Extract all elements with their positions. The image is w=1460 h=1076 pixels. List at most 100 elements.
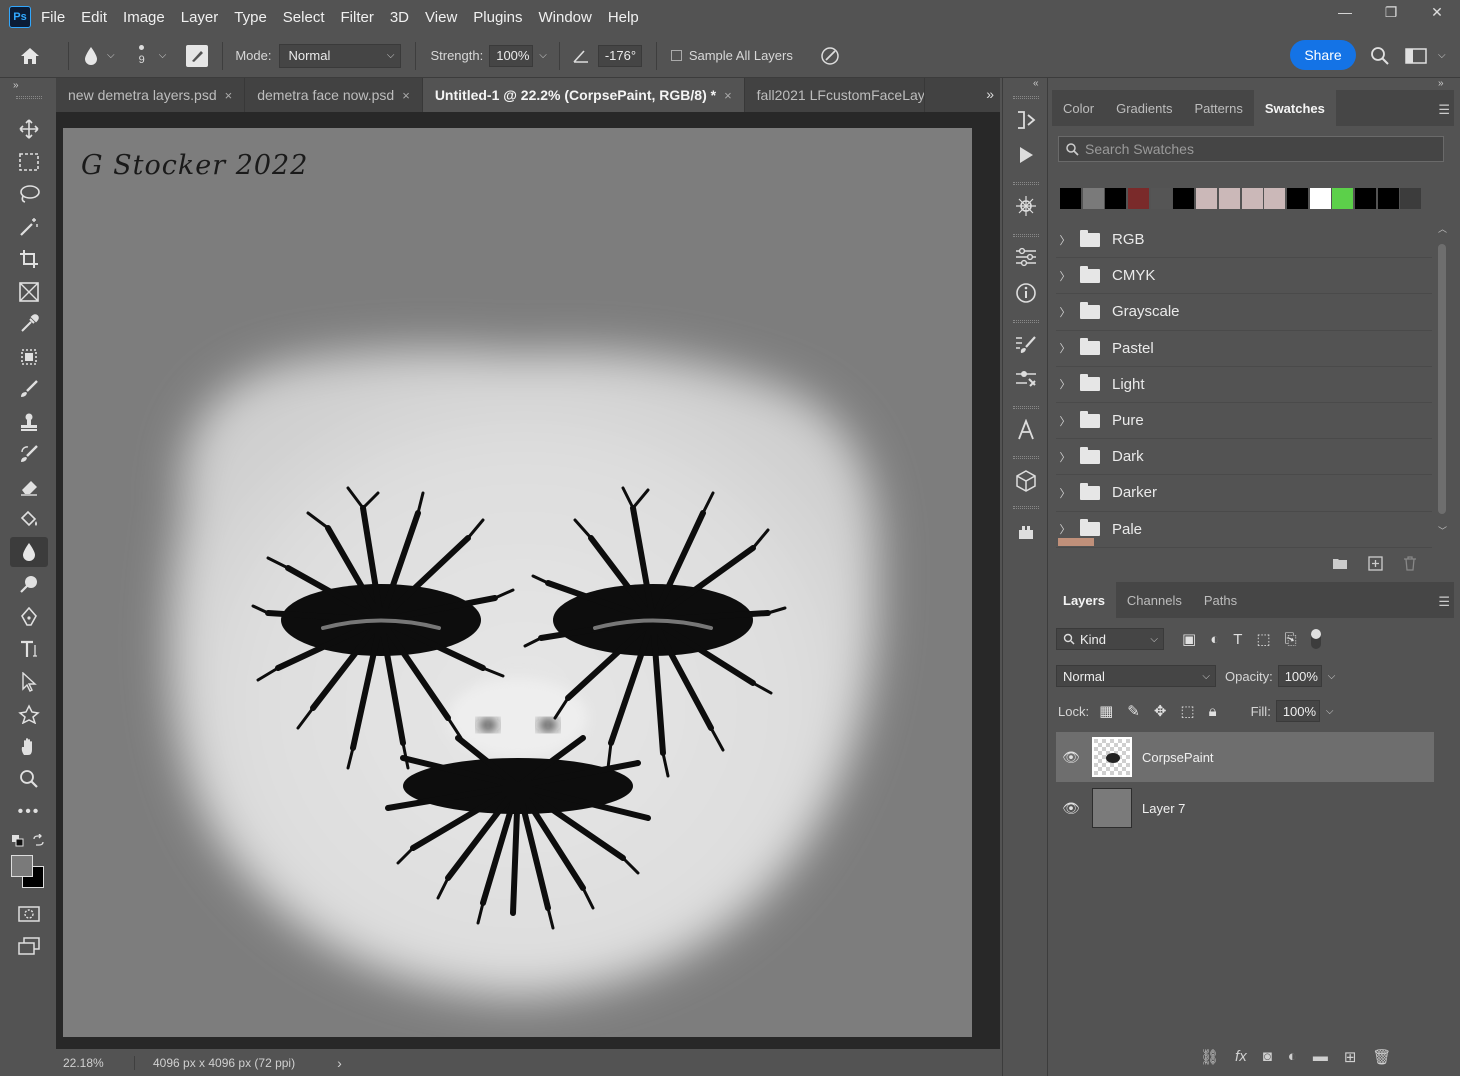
color-swatch[interactable] (1377, 188, 1399, 209)
panel-grip[interactable] (1013, 96, 1039, 99)
color-swatch[interactable] (1400, 188, 1422, 209)
eraser-tool[interactable] (10, 472, 48, 502)
3d-panel-button[interactable] (1011, 466, 1041, 496)
dodge-tool[interactable] (10, 569, 48, 599)
collapse-right-icon[interactable]: » (1438, 78, 1444, 89)
filter-toggle[interactable] (1310, 629, 1321, 649)
lock-artboard-icon[interactable]: ⬚ (1180, 702, 1194, 720)
lock-transparent-icon[interactable]: ▦ (1099, 702, 1113, 720)
color-swatch[interactable] (1150, 188, 1172, 209)
eye-icon[interactable]: 👁︎ (1056, 800, 1086, 817)
add-mask-icon[interactable]: ◙ (1263, 1048, 1272, 1066)
panel-menu-icon[interactable]: ☰ (1438, 102, 1450, 118)
menu-edit[interactable]: Edit (81, 9, 107, 26)
tab-swatches[interactable]: Swatches (1253, 90, 1336, 126)
tool-preset-picker[interactable]: ⌵ (83, 46, 115, 66)
opacity-slider-toggle[interactable]: ⌵ (1328, 671, 1336, 682)
panel-grip[interactable] (1013, 406, 1039, 409)
panel-grip[interactable] (16, 96, 42, 99)
swatch-folder[interactable]: 〉 Grayscale (1056, 294, 1432, 331)
swatch-folder[interactable]: 〉 Pastel (1056, 331, 1432, 367)
tabs-overflow-icon[interactable]: » (986, 86, 994, 102)
document-tab-active[interactable]: Untitled-1 @ 22.2% (CorpsePaint, RGB/8) … (422, 78, 745, 112)
restore-button[interactable]: ❐ (1368, 0, 1414, 24)
color-swatch[interactable] (1332, 188, 1354, 209)
document-tab[interactable]: fall2021 LFcustomFaceLayer (744, 78, 925, 112)
default-colors-icon[interactable] (12, 835, 24, 847)
color-swatch[interactable] (1082, 188, 1104, 209)
actions-panel-button[interactable] (1011, 140, 1041, 170)
character-panel-button[interactable] (1011, 415, 1041, 445)
panel-grip[interactable] (1013, 234, 1039, 237)
brush-tool[interactable] (10, 374, 48, 404)
move-tool[interactable] (10, 114, 48, 144)
adjustment-layer-icon[interactable]: ◐ (1288, 1048, 1297, 1066)
collapse-left-icon[interactable]: « (1033, 78, 1039, 89)
color-swatch[interactable] (1128, 188, 1150, 209)
share-button[interactable]: Share (1290, 40, 1356, 70)
document-tab[interactable]: new demetra layers.psd × (56, 78, 246, 112)
tab-color[interactable]: Color (1052, 90, 1105, 126)
swatch-folder[interactable]: 〉 Pale (1056, 512, 1432, 548)
shape-tool[interactable] (10, 699, 48, 729)
screen-mode-button[interactable] (10, 931, 48, 961)
chevron-down-icon[interactable]: ⌵ (159, 50, 167, 61)
search-icon[interactable] (1370, 46, 1390, 66)
minimize-button[interactable]: — (1322, 0, 1368, 24)
swatch-folder[interactable]: 〉 Darker (1056, 475, 1432, 512)
menu-view[interactable]: View (425, 9, 457, 26)
info-panel-button[interactable] (1011, 278, 1041, 308)
magic-wand-tool[interactable] (10, 212, 48, 242)
type-tool[interactable] (10, 634, 48, 664)
angle-input[interactable]: -176° (597, 44, 642, 67)
fill-input[interactable]: 100% (1275, 700, 1320, 722)
new-group-icon[interactable]: ▬ (1313, 1048, 1328, 1066)
home-button[interactable] (0, 46, 60, 66)
opacity-input[interactable]: 100% (1277, 665, 1322, 687)
layer-row-layer-7[interactable]: 👁︎ Layer 7 (1056, 783, 1434, 833)
smart-object-filter-icon[interactable]: ⎘ (1285, 631, 1297, 648)
close-window-button[interactable]: ✕ (1414, 0, 1460, 24)
collapse-tools-icon[interactable]: » (13, 80, 19, 91)
brush-settings-button[interactable] (186, 44, 209, 67)
fill-slider-toggle[interactable]: ⌵ (1326, 706, 1334, 717)
search-swatches-field[interactable]: Search Swatches (1058, 136, 1444, 162)
new-group-icon[interactable] (1332, 556, 1348, 570)
zoom-tool[interactable] (10, 764, 48, 794)
brush-size-picker[interactable]: 9 (139, 45, 145, 66)
foreground-color-swatch[interactable] (11, 855, 33, 877)
menu-type[interactable]: Type (234, 9, 267, 26)
frame-tool[interactable] (10, 277, 48, 307)
scroll-down-icon[interactable]: ﹀ (1438, 524, 1447, 537)
more-tools-button[interactable]: ••• (10, 797, 48, 827)
swatch-folder[interactable]: 〉 CMYK (1056, 258, 1432, 295)
blend-mode-select[interactable]: Normal ⌵ (1056, 665, 1216, 687)
history-brush-tool[interactable] (10, 439, 48, 469)
pixel-filter-icon[interactable]: ▣ (1182, 630, 1196, 648)
menu-help[interactable]: Help (608, 9, 639, 26)
lock-position-icon[interactable]: ✥ (1154, 702, 1167, 720)
hand-tool[interactable] (10, 732, 48, 762)
clone-stamp-tool[interactable] (10, 407, 48, 437)
swap-colors-icon[interactable] (32, 834, 45, 847)
shape-filter-icon[interactable]: ⬚ (1256, 630, 1270, 648)
brushes-panel-button[interactable] (1011, 330, 1041, 360)
zoom-level[interactable]: 22.18% (63, 1055, 135, 1070)
mode-select[interactable]: Normal ⌵ (279, 43, 402, 68)
tab-paths[interactable]: Paths (1193, 582, 1248, 618)
blur-tool[interactable] (10, 537, 48, 567)
tab-gradients[interactable]: Gradients (1105, 90, 1183, 126)
marquee-tool[interactable] (10, 147, 48, 177)
close-icon[interactable]: × (402, 88, 410, 103)
menu-image[interactable]: Image (123, 9, 165, 26)
partial-swatch[interactable] (1058, 538, 1094, 546)
color-swatch[interactable] (1286, 188, 1308, 209)
fx-icon[interactable]: fx (1235, 1048, 1247, 1066)
new-layer-icon[interactable]: ⊞ (1344, 1048, 1357, 1066)
lock-all-icon[interactable]: 🔒︎ (1209, 703, 1217, 720)
scroll-thumb[interactable] (1438, 244, 1446, 514)
canvas-area[interactable]: G Stocker 2022 (56, 112, 1000, 1049)
quick-mask-button[interactable] (10, 899, 48, 929)
panel-grip[interactable] (1013, 320, 1039, 323)
swatch-folder[interactable]: 〉 Dark (1056, 439, 1432, 476)
